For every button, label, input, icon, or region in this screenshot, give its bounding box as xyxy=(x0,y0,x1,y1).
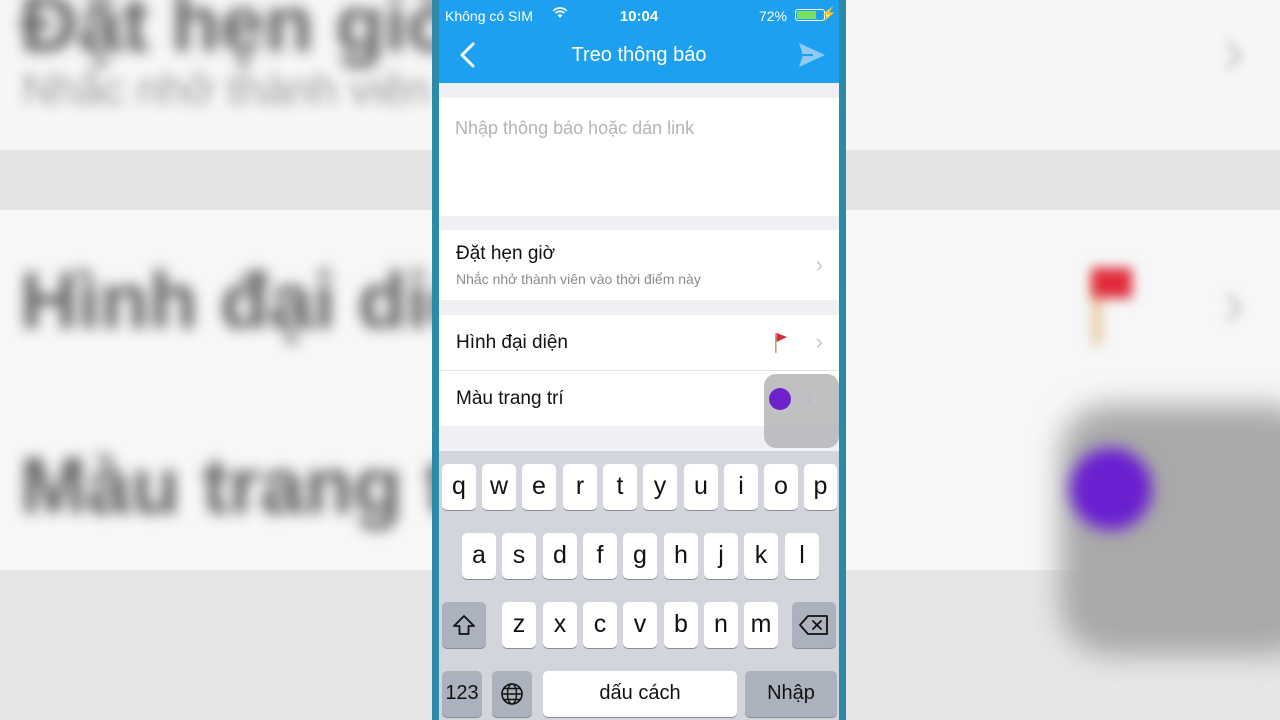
key-d[interactable]: d xyxy=(543,533,577,579)
phone-screen: Không có SIM 10:04 72% ⚡ Treo thông báo xyxy=(432,0,846,720)
bg-flag-icon xyxy=(1092,268,1132,298)
key-k[interactable]: k xyxy=(744,533,778,579)
send-icon[interactable] xyxy=(797,40,827,70)
bg-color-dot xyxy=(1070,448,1152,530)
status-bar: Không có SIM 10:04 72% ⚡ xyxy=(439,0,839,30)
key-j[interactable]: j xyxy=(704,533,738,579)
key-y[interactable]: y xyxy=(643,464,677,510)
key-b[interactable]: b xyxy=(664,602,698,648)
key-s[interactable]: s xyxy=(502,533,536,579)
globe-icon xyxy=(501,683,523,705)
key-e[interactable]: e xyxy=(522,464,556,510)
space-key[interactable]: dấu cách xyxy=(543,671,737,717)
key-p[interactable]: p xyxy=(804,464,837,510)
key-t[interactable]: t xyxy=(603,464,637,510)
key-g[interactable]: g xyxy=(623,533,657,579)
shift-icon xyxy=(453,615,475,635)
bg-chevron-right-icon: › xyxy=(1222,263,1246,341)
chevron-right-icon: › xyxy=(815,329,823,354)
nav-bar: Không có SIM 10:04 72% ⚡ Treo thông báo xyxy=(439,0,839,83)
battery-percent: 72% xyxy=(758,8,787,24)
return-key[interactable]: Nhập xyxy=(745,671,837,717)
key-w[interactable]: w xyxy=(482,464,516,510)
schedule-label: Đặt hẹn giờ xyxy=(456,243,556,264)
avatar-row[interactable]: Hình đại diện › xyxy=(439,315,839,370)
schedule-row[interactable]: Đặt hẹn giờ Nhắc nhở thành viên vào thời… xyxy=(439,230,839,300)
color-swatch[interactable] xyxy=(769,388,791,410)
backspace-icon xyxy=(799,615,828,635)
announcement-input[interactable] xyxy=(455,118,825,198)
key-u[interactable]: u xyxy=(684,464,718,510)
backspace-key[interactable] xyxy=(792,602,836,648)
key-h[interactable]: h xyxy=(664,533,698,579)
key-r[interactable]: r xyxy=(563,464,597,510)
key-o[interactable]: o xyxy=(764,464,798,510)
chevron-right-icon: › xyxy=(815,252,823,277)
bg-text-schedule: Đặt hẹn giờ xyxy=(20,0,464,68)
key-c[interactable]: c xyxy=(583,602,617,648)
key-f[interactable]: f xyxy=(583,533,617,579)
globe-key[interactable] xyxy=(492,671,532,717)
avatar-label: Hình đại diện xyxy=(456,332,568,353)
key-l[interactable]: l xyxy=(785,533,819,579)
key-x[interactable]: x xyxy=(543,602,577,648)
numbers-key[interactable]: 123 xyxy=(442,671,482,717)
charging-icon: ⚡ xyxy=(820,6,837,21)
bg-chevron-right-icon: › xyxy=(1222,11,1246,89)
key-m[interactable]: m xyxy=(744,602,778,648)
shift-key[interactable] xyxy=(442,602,486,648)
key-i[interactable]: i xyxy=(724,464,758,510)
decor-color-label: Màu trang trí xyxy=(456,388,564,409)
color-swatch-highlight[interactable] xyxy=(764,374,839,448)
key-n[interactable]: n xyxy=(704,602,738,648)
chevron-right-icon: › xyxy=(811,385,819,410)
schedule-sublabel: Nhắc nhở thành viên vào thời điểm này xyxy=(456,271,701,287)
key-v[interactable]: v xyxy=(623,602,657,648)
message-composer xyxy=(439,98,839,216)
key-a[interactable]: a xyxy=(462,533,496,579)
key-q[interactable]: q xyxy=(442,464,476,510)
key-z[interactable]: z xyxy=(502,602,536,648)
flag-icon xyxy=(773,331,789,355)
page-title: Treo thông báo xyxy=(571,44,707,66)
bg-color-highlight xyxy=(1060,405,1280,655)
onscreen-keyboard: q w e r t y u i o p a s d f g h j k l z … xyxy=(439,451,839,720)
